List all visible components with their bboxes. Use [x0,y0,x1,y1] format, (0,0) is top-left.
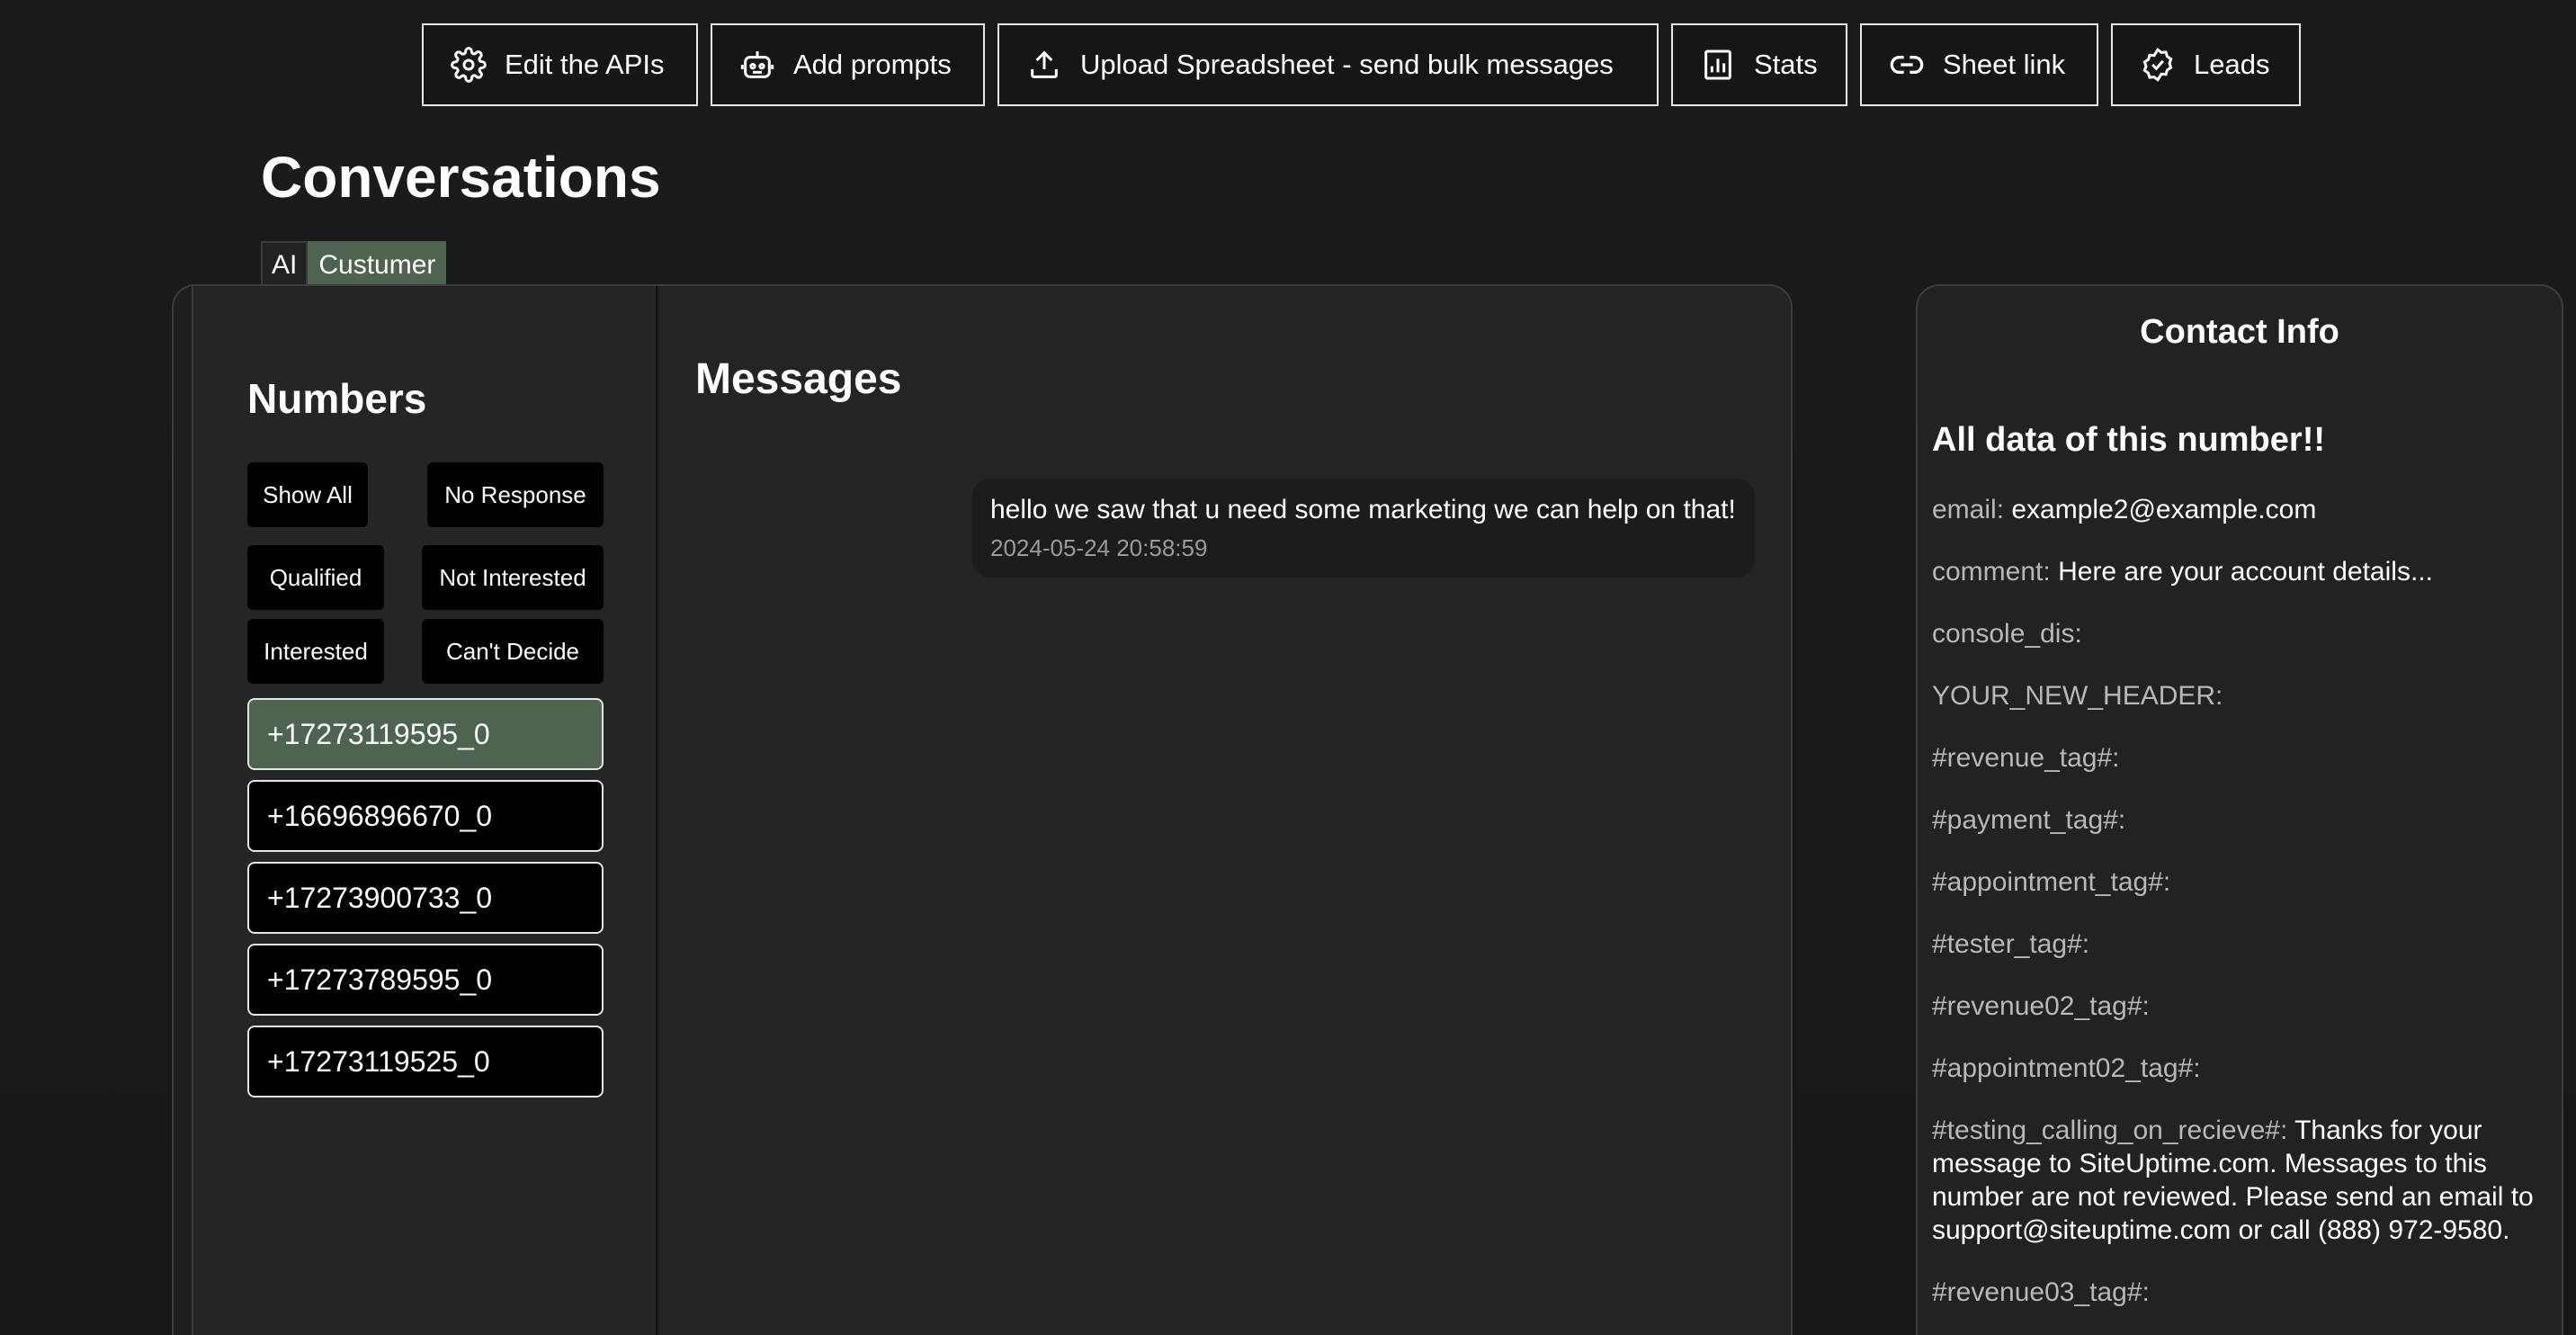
field-key: comment: [1932,557,2051,587]
filter-show-all-button[interactable]: Show All [247,462,368,527]
contact-field: email: example2@example.com [1932,493,2553,526]
contact-field: #revenue_tag#: [1932,741,2553,775]
filter-interested-button[interactable]: Interested [247,619,384,684]
stats-label: Stats [1754,49,1818,80]
filter-qualified-button[interactable]: Qualified [247,545,384,610]
robot-icon [739,47,775,83]
conversation-tabs: AI Custumer [261,241,447,286]
sheet-link-button[interactable]: Sheet link [1860,23,2098,106]
message-text: hello we saw that u need some marketing … [990,495,1736,524]
contact-field: #payment_tag#: [1932,803,2553,837]
contact-field: #appointment02_tag#: [1932,1052,2553,1085]
contact-fields: email: example2@example.com comment: Her… [1932,493,2553,1335]
field-key: #testing_calling_on_recieve#: [1932,1115,2288,1145]
messages-heading: Messages [695,355,902,403]
upload-spreadsheet-button[interactable]: Upload Spreadsheet - send bulk messages [997,23,1659,106]
gear-icon [451,47,487,83]
contact-field: comment: Here are your account details..… [1932,555,2553,588]
field-key: email: [1932,495,2005,524]
field-key: #revenue_tag#: [1932,743,2120,773]
contact-info-panel: Contact Info All data of this number!! e… [1916,284,2563,1335]
filter-cant-decide-button[interactable]: Can't Decide [422,619,604,684]
filter-no-response-button[interactable]: No Response [427,462,604,527]
numbers-heading: Numbers [247,375,427,422]
numbers-column: Numbers Show All No Response Qualified N… [192,286,657,1335]
contact-subheading: All data of this number!! [1932,421,2325,459]
tab-custumer[interactable]: Custumer [308,241,447,286]
contact-field: #revenue02_tag#: [1932,990,2553,1023]
field-key: #payment_tag#: [1932,805,2126,835]
upload-icon [1026,47,1062,83]
stats-button[interactable]: Stats [1671,23,1847,106]
bar-chart-icon [1700,47,1736,83]
tab-ai[interactable]: AI [261,241,309,286]
field-value: Here are your account details... [2058,557,2433,587]
contact-field: #tester_tag#: [1932,927,2553,961]
number-item[interactable]: +17273789595_0 [247,944,604,1016]
contact-field: #revenue03_tag#: [1932,1276,2553,1309]
contact-info-heading: Contact Info [2140,313,2339,351]
number-item[interactable]: +17273119525_0 [247,1026,604,1098]
contact-field: #testing_calling_on_recieve#: Thanks for… [1932,1114,2553,1247]
field-value: example2@example.com [2011,495,2317,524]
field-key: #appointment_tag#: [1932,867,2171,897]
field-key: #appointment02_tag#: [1932,1053,2201,1083]
number-item[interactable]: +16696896670_0 [247,780,604,852]
contact-field: console_dis: [1932,617,2553,650]
number-item[interactable]: +17273900733_0 [247,862,604,934]
number-item[interactable]: +17273119595_0 [247,698,604,770]
message-timestamp: 2024-05-24 20:58:59 [990,534,1208,561]
leads-button[interactable]: Leads [2111,23,2301,106]
field-key: YOUR_NEW_HEADER: [1932,681,2223,711]
field-key: #tester_tag#: [1932,929,2090,959]
contact-field: #appointment_tag#: [1932,865,2553,899]
field-key: #revenue02_tag#: [1932,991,2150,1021]
upload-spreadsheet-label: Upload Spreadsheet - send bulk messages [1080,49,1614,80]
link-icon [1889,47,1925,83]
number-list: +17273119595_0 +16696896670_0 +172739007… [247,698,604,1107]
field-key: #revenue03_tag#: [1932,1277,2150,1307]
filter-not-interested-button[interactable]: Not Interested [422,545,604,610]
edit-apis-label: Edit the APIs [505,49,665,80]
messages-column: Messages hello we saw that u need some m… [659,286,1791,1335]
conversation-panel: Numbers Show All No Response Qualified N… [172,284,1793,1335]
contact-field: YOUR_NEW_HEADER: [1932,679,2553,712]
leads-label: Leads [2194,49,2270,80]
sheet-link-label: Sheet link [1943,49,2066,80]
edit-apis-button[interactable]: Edit the APIs [422,23,698,106]
verified-badge-icon [2140,47,2176,83]
toolbar: Edit the APIs Add prompts Upload Spreads… [422,23,2301,106]
page-title: Conversations [261,145,661,210]
field-key: console_dis: [1932,619,2082,649]
add-prompts-label: Add prompts [793,49,952,80]
message-bubble: hello we saw that u need some marketing … [972,479,1755,578]
add-prompts-button[interactable]: Add prompts [711,23,985,106]
